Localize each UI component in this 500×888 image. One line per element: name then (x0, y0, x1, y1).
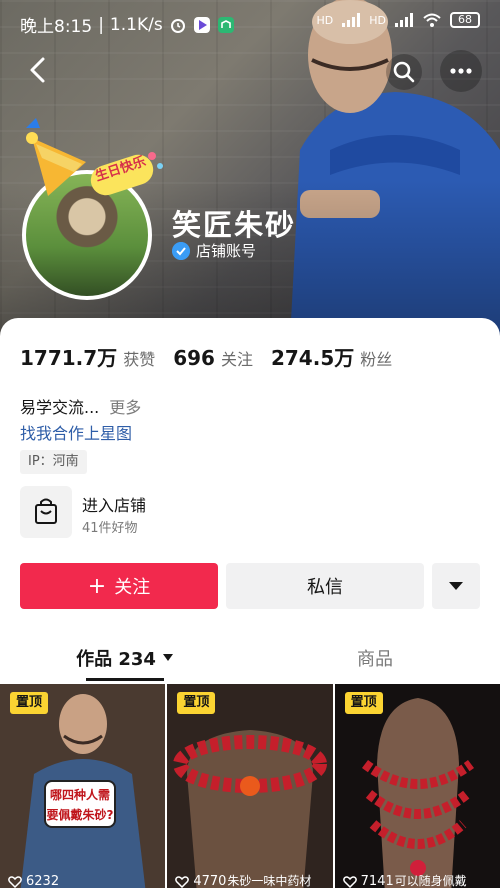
stat-following[interactable]: 696 关注 (173, 346, 253, 370)
tab-works-caret-icon (162, 654, 173, 661)
status-speed: 1.1K/s (109, 14, 163, 35)
shopping-bag-icon (35, 498, 57, 524)
play-count-2: 4770 (175, 874, 226, 888)
stat-likes[interactable]: 1771.7万 获赞 (20, 342, 155, 371)
play-count-2-value: 4770 (193, 874, 227, 888)
tab-works[interactable]: 作品 234 (0, 636, 250, 680)
video-thumbnail-2 (167, 684, 333, 888)
status-time: 晚上8:15 (20, 17, 93, 37)
stat-followers-label: 粉丝 (360, 350, 393, 369)
play-count-3-value: 7141 (360, 874, 394, 888)
status-bar: 晚上8:15 | 1.1K/s HD HD 68 (0, 8, 500, 38)
profile-page: 晚上8:15 | 1.1K/s HD HD 68 生日快乐 笑匠朱砂 店铺账号 … (0, 0, 500, 888)
play-count-3: 7141 (342, 874, 394, 888)
play-store-icon (193, 16, 210, 33)
status-left: 晚上8:15 | 1.1K/s (20, 12, 235, 37)
stat-followers[interactable]: 274.5万 粉丝 (271, 342, 392, 371)
shop-icon-box (20, 486, 72, 538)
pinned-badge-2: 置顶 (177, 692, 216, 714)
play-count-1-value: 6232 (26, 874, 60, 888)
verified-badge: 店铺账号 (172, 240, 256, 261)
cooperation-link[interactable]: 找我合作上星图 (20, 420, 132, 444)
stat-following-label: 关注 (220, 350, 253, 369)
wifi-icon (423, 13, 441, 27)
stat-followers-number: 274.5万 (270, 346, 355, 370)
signal-1-icon (342, 13, 361, 27)
search-button[interactable] (386, 54, 422, 90)
search-icon (393, 61, 415, 83)
shop-title: 进入店铺 (82, 496, 147, 515)
status-right: HD HD 68 (316, 12, 480, 28)
verified-label: 店铺账号 (196, 242, 257, 260)
status-divider: | (98, 14, 104, 35)
signal-1-label: HD (316, 13, 334, 27)
works-grid: 置顶 哪四种人需要佩戴朱砂? 6232 置顶 4770 朱砂一味中药材 置顶 7… (0, 684, 500, 888)
video-caption-1: 哪四种人需要佩戴朱砂? (44, 780, 116, 828)
pinned-badge-3: 置顶 (344, 692, 383, 714)
bio-text: 易学交流... 更多 (20, 394, 141, 418)
follow-button[interactable]: + 关注 (20, 563, 218, 609)
tab-active-indicator (86, 678, 164, 681)
back-icon[interactable] (24, 55, 54, 85)
video-tile-3[interactable]: 置顶 7141 可以随身佩戴 (334, 684, 500, 888)
play-count-1: 6232 (8, 874, 59, 888)
pinned-badge-1: 置顶 (10, 692, 49, 714)
stat-likes-label: 获赞 (123, 350, 156, 369)
app-notification-icon (217, 16, 234, 33)
shop-entry[interactable]: 进入店铺 41件好物 (20, 486, 320, 538)
battery-indicator: 68 (450, 12, 480, 28)
video-tile-1[interactable]: 置顶 哪四种人需要佩戴朱砂? 6232 (0, 684, 166, 888)
content-tabs: 作品 234 商品 (0, 636, 500, 681)
tab-goods[interactable]: 商品 (250, 636, 500, 680)
stats-row: 1771.7万 获赞 696 关注 274.5万 粉丝 (20, 342, 392, 371)
tab-works-label: 作品 234 (76, 649, 156, 670)
video-caption-2: 朱砂一味中药材 (227, 874, 312, 888)
more-dots-icon (450, 68, 472, 74)
signal-2-label: HD (369, 13, 386, 27)
signal-2-icon (395, 13, 413, 27)
heart-icon (342, 875, 357, 888)
heart-icon (8, 875, 22, 888)
shop-subtitle: 41件好物 (82, 521, 138, 536)
heart-icon (175, 875, 190, 888)
follow-plus-icon: + (87, 573, 107, 599)
bio-summary: 易学交流... (20, 398, 100, 417)
ip-location-tag: IP：河南 (20, 450, 87, 474)
stat-following-number: 696 (173, 346, 215, 370)
recommend-dropdown-button[interactable] (432, 563, 480, 609)
profile-card: 1771.7万 获赞 696 关注 274.5万 粉丝 易学交流... 更多 找我… (0, 318, 500, 888)
triangle-down-icon (449, 582, 463, 590)
video-thumbnail-3 (334, 684, 500, 888)
stat-likes-number: 1771.7万 (20, 346, 118, 370)
message-label: 私信 (307, 577, 343, 598)
profile-name: 笑匠朱砂 (172, 208, 297, 242)
message-button[interactable]: 私信 (226, 563, 424, 609)
verified-check-icon (172, 241, 190, 260)
tab-goods-label: 商品 (357, 649, 393, 670)
bio-more-link[interactable]: 更多 (109, 398, 141, 417)
alarm-icon (170, 18, 185, 33)
more-button[interactable] (440, 50, 482, 92)
follow-label: 关注 (114, 577, 151, 598)
video-caption-3: 可以随身佩戴 (394, 874, 467, 888)
video-tile-2[interactable]: 置顶 4770 朱砂一味中药材 (167, 684, 333, 888)
